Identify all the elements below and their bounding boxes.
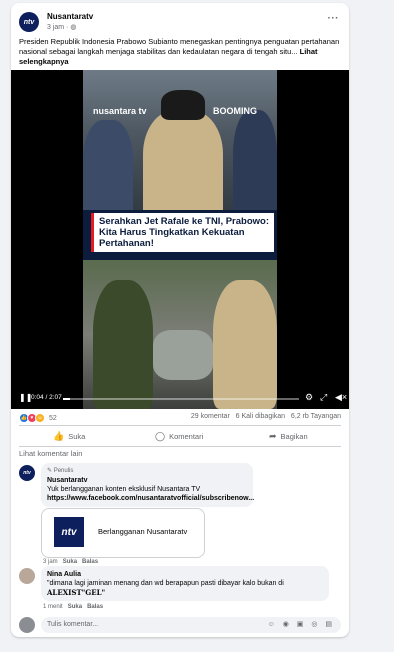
ntv-logo: ntv bbox=[54, 517, 84, 547]
comment-item: ntv ✎ Penulis Nusantaratv Yuk berlanggan… bbox=[19, 463, 341, 565]
view-more-comments[interactable]: Lihat komentar lain bbox=[19, 449, 82, 458]
composer-icons[interactable]: ☺ ◉ ▣ ◎ ▤ bbox=[268, 617, 335, 633]
comment-button[interactable]: ◯ Komentari bbox=[155, 431, 203, 442]
officer-left bbox=[83, 120, 133, 220]
speaker-figure bbox=[143, 110, 223, 220]
comment-composer: Tulis komentar... ☺ ◉ ▣ ◎ ▤ bbox=[19, 615, 341, 635]
subscribe-label: Berlangganan Nusantaratv bbox=[98, 527, 188, 536]
post-stats: 👍 ♥ ☺ 52 29 komentar 6 Kali dibagikan 6,… bbox=[19, 413, 341, 425]
video-scene-bottom bbox=[83, 260, 277, 409]
post-counts: 29 komentar 6 Kali dibagikan 6,2 rb Taya… bbox=[191, 413, 341, 420]
video-time: 0:04 / 2:07 bbox=[31, 394, 62, 401]
haha-reaction-icon: ☺ bbox=[35, 413, 45, 423]
user-avatar[interactable] bbox=[19, 617, 35, 633]
post-header: ntv Nusantaratv 3 jam · ◍ ··· bbox=[19, 9, 341, 33]
more-options-button[interactable]: ··· bbox=[328, 13, 340, 24]
post-card: ntv Nusantaratv 3 jam · ◍ ··· Presiden R… bbox=[11, 3, 349, 637]
video-progress-track[interactable] bbox=[63, 398, 299, 400]
comment-avatar[interactable]: ntv bbox=[19, 465, 35, 481]
comment-icon: ◯ bbox=[155, 431, 166, 441]
comment-bubble: ✎ Penulis Nusantaratv Yuk berlangganan k… bbox=[41, 463, 254, 507]
share-count[interactable]: 6 Kali dibagikan bbox=[236, 413, 285, 420]
reaction-count: 52 bbox=[49, 414, 57, 422]
post-actions: 👍 Suka ◯ Komentari ➦ Bagikan bbox=[19, 425, 341, 447]
comment-count[interactable]: 29 komentar bbox=[191, 413, 230, 420]
comment-like-link[interactable]: Suka bbox=[68, 604, 82, 610]
comment-like-link[interactable]: Suka bbox=[63, 559, 77, 565]
share-button[interactable]: ➦ Bagikan bbox=[269, 431, 308, 442]
mute-icon[interactable]: ◀× bbox=[335, 392, 347, 403]
comment-link[interactable]: https://www.facebook.com/nusantaratvoffi… bbox=[47, 494, 254, 503]
globe-icon: ◍ bbox=[70, 24, 77, 31]
soldier-figure bbox=[93, 280, 153, 409]
officer-right bbox=[233, 110, 277, 220]
comment-text: Yuk berlangganan konten eksklusif Nusant… bbox=[47, 486, 201, 493]
comment-text: "dimana lagi jaminan menang dan wd berap… bbox=[47, 580, 284, 587]
video-frame: nusantara tv BOOMING Serahkan Jet Rafale… bbox=[83, 70, 277, 409]
comment-reply-link[interactable]: Balas bbox=[82, 559, 98, 565]
comment-input[interactable]: Tulis komentar... ☺ ◉ ▣ ◎ ▤ bbox=[41, 617, 341, 633]
speaker-cap bbox=[161, 90, 205, 120]
reactions-summary[interactable]: 👍 ♥ ☺ 52 bbox=[19, 413, 57, 423]
comment-reply-link[interactable]: Balas bbox=[87, 604, 103, 610]
comment-meta: 1 menit Suka Balas bbox=[43, 604, 104, 610]
page-avatar[interactable]: ntv bbox=[19, 12, 39, 32]
nusantaratv-logo: nusantara tv bbox=[93, 106, 147, 116]
president-figure bbox=[213, 280, 277, 409]
comment-meta: 3 jam Suka Balas bbox=[43, 559, 99, 565]
thumbs-up-icon: 👍 bbox=[53, 431, 65, 441]
video-headline: Serahkan Jet Rafale ke TNI, Prabowo: Kit… bbox=[91, 213, 274, 252]
fullscreen-icon[interactable]: ⤢ bbox=[320, 392, 327, 403]
author-badge: ✎ Penulis bbox=[47, 468, 74, 474]
page-name[interactable]: Nusantaratv bbox=[47, 12, 93, 21]
gear-icon[interactable]: ⚙ bbox=[305, 392, 313, 403]
like-button[interactable]: 👍 Suka bbox=[53, 431, 85, 442]
video-progress-fill bbox=[63, 398, 71, 400]
video-controls: ❚❚ 0:04 / 2:07 ⚙ ⤢ ◀× bbox=[17, 391, 347, 405]
video-scene-top bbox=[83, 70, 277, 220]
video-player[interactable]: nusantara tv BOOMING Serahkan Jet Rafale… bbox=[11, 70, 349, 409]
comment-text-2: ALEXIST"GEL" bbox=[47, 588, 106, 597]
view-count: 6,2 rb Tayangan bbox=[290, 413, 341, 420]
subscribe-card[interactable]: ntv Berlangganan Nusantaratv bbox=[41, 508, 205, 558]
post-time[interactable]: 3 jam · ◍ bbox=[47, 23, 76, 31]
comment-item: Nina Aulia "dimana lagi jaminan menang d… bbox=[19, 566, 341, 614]
post-caption: Presiden Republik Indonesia Prabowo Subi… bbox=[19, 37, 340, 66]
comment-author[interactable]: Nina Aulia bbox=[47, 570, 323, 579]
comment-bubble: Nina Aulia "dimana lagi jaminan menang d… bbox=[41, 566, 329, 601]
model-jet bbox=[153, 330, 213, 380]
comment-author[interactable]: Nusantaratv bbox=[47, 476, 247, 485]
comment-avatar[interactable] bbox=[19, 568, 35, 584]
booming-logo: BOOMING bbox=[213, 106, 257, 116]
share-icon: ➦ bbox=[269, 431, 277, 441]
